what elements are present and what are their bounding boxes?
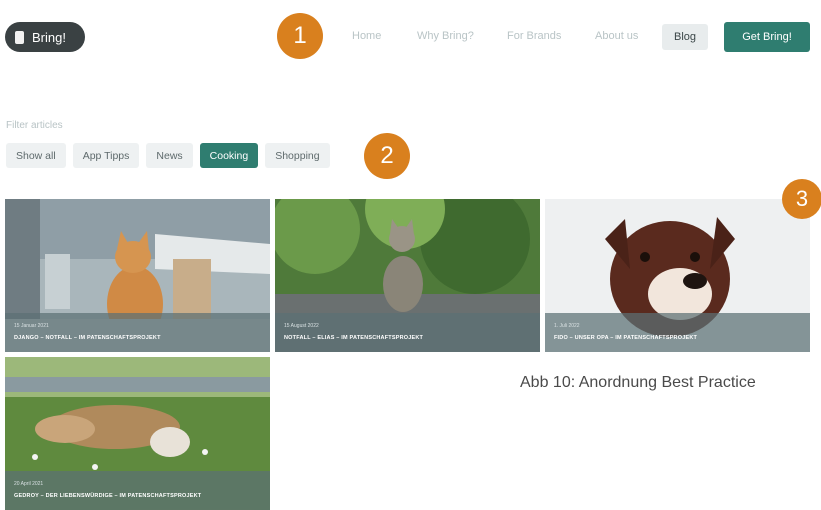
marker-1: 1	[277, 13, 323, 59]
article-card-django[interactable]: 15 Januar 2021 DJANGO – NOTFALL – IM PAT…	[5, 199, 270, 352]
card-overlay	[5, 471, 270, 510]
bring-logo[interactable]: Bring!	[5, 22, 85, 52]
marker-2: 2	[364, 133, 410, 179]
blog-button[interactable]: Blog	[662, 24, 708, 50]
nav-why-bring[interactable]: Why Bring?	[417, 30, 474, 42]
card-overlay	[275, 313, 540, 352]
filter-app-tipps[interactable]: App Tipps	[72, 143, 140, 168]
article-card-gedroy[interactable]: 20 April 2021 GEDROY – DER LIEBENSWÜRDIG…	[5, 357, 270, 510]
card-date: 1. Juli 2022	[554, 323, 580, 329]
card-date: 20 April 2021	[14, 481, 44, 487]
card-title: FIDO – UNSER OPA – IM PATENSCHAFTSPROJEK…	[554, 335, 698, 341]
card-overlay	[5, 313, 270, 352]
shopping-bag-icon	[15, 30, 24, 44]
filter-label: Filter articles	[6, 120, 63, 131]
article-card-fido[interactable]: 1. Juli 2022 FIDO – UNSER OPA – IM PATEN…	[545, 199, 810, 352]
card-title: GEDROY – DER LIEBENSWÜRDIGE – IM PATENSC…	[14, 493, 202, 499]
article-card-elias[interactable]: 15 August 2022 NOTFALL – ELIAS – IM PATE…	[275, 199, 540, 352]
figure-caption: Abb 10: Anordnung Best Practice	[520, 374, 756, 391]
filter-show-all[interactable]: Show all	[6, 143, 66, 168]
marker-3: 3	[782, 179, 821, 219]
nav-home[interactable]: Home	[352, 30, 381, 42]
filter-shopping[interactable]: Shopping	[265, 143, 330, 168]
nav-about-us[interactable]: About us	[595, 30, 638, 42]
filter-cooking[interactable]: Cooking	[199, 143, 259, 168]
card-overlay	[545, 313, 810, 352]
logo-text: Bring!	[32, 29, 66, 45]
nav-for-brands[interactable]: For Brands	[507, 30, 561, 42]
get-bring-button[interactable]: Get Bring!	[724, 22, 810, 52]
filter-news[interactable]: News	[146, 143, 193, 168]
filter-bar: Show all App Tipps News Cooking Shopping	[6, 143, 330, 168]
card-title: NOTFALL – ELIAS – IM PATENSCHAFTSPROJEKT	[284, 335, 424, 341]
card-date: 15 Januar 2021	[14, 323, 49, 329]
card-title: DJANGO – NOTFALL – IM PATENSCHAFTSPROJEK…	[14, 335, 161, 341]
card-date: 15 August 2022	[284, 323, 319, 329]
